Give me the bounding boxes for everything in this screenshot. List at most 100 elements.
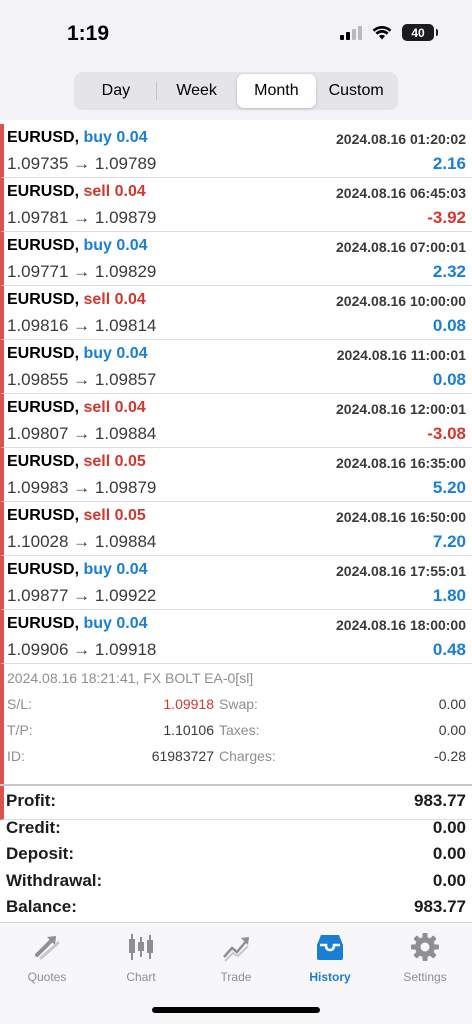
- deal-title: EURUSD, sell 0.05: [7, 453, 146, 471]
- tab-chart[interactable]: Chart: [94, 931, 188, 991]
- deal-datetime: 2024.08.16 10:00:00: [336, 293, 466, 309]
- summary-label: Credit:: [6, 817, 61, 837]
- summary-label: Deposit:: [6, 844, 74, 863]
- deal-side: sell 0.04: [83, 291, 146, 308]
- period-custom[interactable]: Custom: [316, 74, 396, 108]
- home-indicator: [152, 1007, 320, 1013]
- deal-symbol: EURUSD,: [7, 129, 80, 146]
- id-label: ID:: [7, 748, 25, 764]
- deal-row[interactable]: EURUSD, buy 0.04 2024.08.16 11:00:01 1.098…: [0, 340, 472, 394]
- deal-row[interactable]: EURUSD, sell 0.05 2024.08.16 16:35:00 1.09…: [0, 448, 472, 502]
- deal-profit: -3.08: [427, 424, 466, 443]
- deal-prices: 1.09816 → 1.09814: [7, 316, 157, 335]
- summary-label: Withdrawal:: [6, 870, 103, 890]
- top-header: 1:19 40 Day Week Month Custom: [0, 0, 472, 120]
- deal-side: buy 0.04: [83, 561, 148, 578]
- deal-symbol: EURUSD,: [7, 507, 80, 524]
- id-value: 61983727: [151, 748, 214, 764]
- deals-list: EURUSD, buy 0.04 2024.08.16 01:20:02 1.097…: [0, 124, 472, 820]
- summary-value: 983.77: [414, 897, 466, 916]
- deal-row[interactable]: EURUSD, buy 0.04 2024.08.16 18:00:00 1.099…: [0, 610, 472, 664]
- deal-title: EURUSD, buy 0.04: [7, 129, 148, 147]
- tab-label: Settings: [403, 970, 447, 984]
- sl-label: S/L:: [7, 696, 32, 712]
- deal-symbol: EURUSD,: [7, 237, 80, 254]
- summary-value: 0.00: [432, 817, 466, 837]
- tab-label: Quotes: [27, 970, 67, 984]
- deal-prices: 1.09807 → 1.09884: [7, 424, 157, 443]
- deal-row[interactable]: EURUSD, buy 0.04 2024.08.16 17:55:01 1.098…: [0, 556, 472, 610]
- deal-profit: 2.32: [432, 262, 466, 281]
- wifi-icon: [372, 25, 392, 40]
- charges-value: -0.28: [434, 748, 466, 764]
- deal-title: EURUSD, buy 0.04: [7, 345, 148, 363]
- deal-profit: 0.48: [432, 640, 466, 659]
- charges-label: Charges:: [219, 748, 276, 764]
- deal-profit: 5.20: [432, 478, 466, 497]
- deal-datetime: 2024.08.16 16:50:00: [336, 509, 466, 525]
- cellular-signal-icon: [340, 25, 362, 40]
- battery-icon: 40: [402, 24, 438, 41]
- deal-symbol: EURUSD,: [7, 345, 80, 362]
- period-day[interactable]: Day: [76, 74, 156, 108]
- deal-row[interactable]: EURUSD, sell 0.04 2024.08.16 10:00:00 1.09…: [0, 286, 472, 340]
- deal-profit: 1.80: [432, 586, 466, 605]
- deal-comment: 2024.08.16 18:21:41, FX BOLT EA-0[sl]: [7, 670, 254, 686]
- period-segmented-control: Day Week Month Custom: [74, 72, 398, 110]
- tab-trade[interactable]: Trade: [189, 931, 283, 991]
- tp-label: T/P:: [7, 722, 33, 738]
- deal-symbol: EURUSD,: [7, 291, 80, 308]
- summary-credit: Credit: 0.00: [0, 813, 472, 840]
- tab-history[interactable]: History: [283, 931, 377, 991]
- deal-title: EURUSD, sell 0.04: [7, 399, 146, 417]
- deal-title: EURUSD, sell 0.04: [7, 183, 146, 201]
- deal-datetime: 2024.08.16 07:00:01: [336, 239, 466, 255]
- deal-prices: 1.09983 → 1.09879: [7, 478, 157, 497]
- quotes-icon: [35, 936, 60, 960]
- deal-prices: 1.09877 → 1.09922: [7, 586, 157, 605]
- deal-profit: 2.16: [432, 154, 466, 173]
- deal-row[interactable]: EURUSD, buy 0.04 2024.08.16 01:20:02 1.097…: [0, 124, 472, 178]
- deal-datetime: 2024.08.16 11:00:01: [336, 347, 466, 363]
- deal-row[interactable]: EURUSD, buy 0.04 2024.08.16 07:00:01 1.097…: [0, 232, 472, 286]
- account-summary: Profit: 983.77 Credit: 0.00 Deposit: 0.0…: [0, 784, 472, 919]
- taxes-label: Taxes:: [219, 722, 260, 738]
- period-week[interactable]: Week: [157, 74, 237, 108]
- tab-label: History: [309, 970, 351, 984]
- tab-label: Trade: [220, 970, 252, 984]
- settings-icon: [411, 933, 439, 961]
- deal-row[interactable]: EURUSD, sell 0.04 2024.08.16 06:45:03 1.09…: [0, 178, 472, 232]
- period-month[interactable]: Month: [236, 74, 317, 108]
- deal-title: EURUSD, sell 0.04: [7, 291, 146, 309]
- deal-row[interactable]: EURUSD, sell 0.04 2024.08.16 12:00:01 1.09…: [0, 394, 472, 448]
- deal-datetime: 2024.08.16 01:20:02: [336, 131, 466, 147]
- tab-settings[interactable]: Settings: [378, 931, 472, 991]
- deal-prices: 1.09781 → 1.09879: [7, 208, 157, 227]
- deal-profit: -3.92: [427, 208, 466, 227]
- swap-value: 0.00: [438, 696, 466, 712]
- summary-withdrawal: Withdrawal: 0.00: [0, 866, 472, 893]
- deal-datetime: 2024.08.16 17:55:01: [336, 563, 466, 579]
- deal-symbol: EURUSD,: [7, 399, 80, 416]
- deal-side: buy 0.04: [83, 615, 148, 632]
- summary-profit: Profit: 983.77: [0, 786, 472, 813]
- swap-label: Swap:: [219, 696, 258, 712]
- deal-profit: 7.20: [432, 532, 466, 551]
- deal-prices: 1.09855 → 1.09857: [7, 370, 157, 389]
- summary-value: 0.00: [432, 870, 466, 890]
- deal-datetime: 2024.08.16 12:00:01: [336, 401, 466, 417]
- trade-icon: [223, 937, 249, 962]
- history-icon: [317, 935, 343, 960]
- deal-side: buy 0.04: [83, 345, 148, 362]
- deal-prices: 1.10028 → 1.09884: [7, 532, 157, 551]
- summary-value: 983.77: [414, 791, 466, 810]
- summary-deposit: Deposit: 0.00: [0, 839, 472, 866]
- sl-value: 1.09918: [163, 696, 214, 712]
- tab-quotes[interactable]: Quotes: [0, 931, 94, 991]
- tp-value: 1.10106: [163, 722, 214, 738]
- deal-title: EURUSD, sell 0.05: [7, 507, 146, 525]
- deal-datetime: 2024.08.16 18:00:00: [336, 617, 466, 633]
- deal-row[interactable]: EURUSD, sell 0.05 2024.08.16 16:50:00 1.10…: [0, 502, 472, 556]
- status-time: 1:19: [67, 22, 110, 45]
- deal-side: sell 0.05: [83, 453, 146, 470]
